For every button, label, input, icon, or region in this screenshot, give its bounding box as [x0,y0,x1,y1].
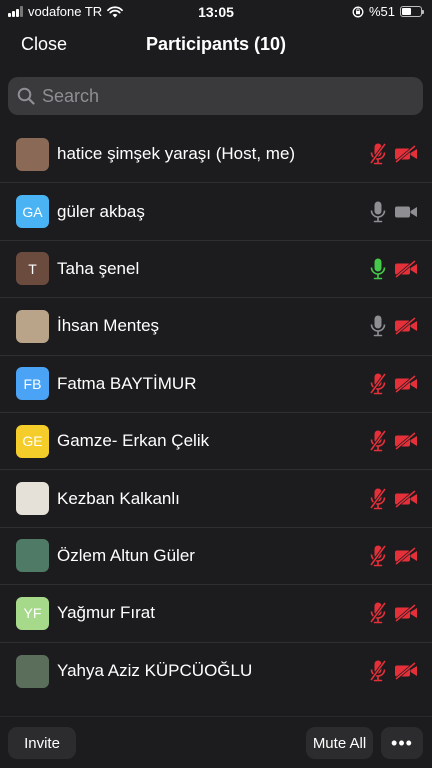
video-off-icon[interactable] [394,374,418,393]
participant-name: Yahya Aziz KÜPCÜOĞLU [57,661,253,681]
participant-name: güler akbaş [57,201,145,221]
participant-row[interactable]: YF Yağmur Fırat [0,585,432,643]
participant-name: İhsan Menteş [57,316,160,336]
participant-name: Gamze- Erkan Çelik [57,431,210,451]
avatar [16,539,49,573]
microphone-icon[interactable] [369,314,387,338]
video-off-icon[interactable] [394,432,418,451]
video-off-icon[interactable] [394,145,418,164]
header: Close Participants (10) [0,28,432,64]
mic-muted-icon[interactable] [369,601,387,625]
search-input[interactable] [42,85,423,107]
invite-button[interactable]: Invite [8,727,76,759]
participant-row[interactable]: FB Fatma BAYTİMUR [0,356,432,413]
avatar [16,137,49,171]
participant-row[interactable]: GA güler akbaş [0,183,432,241]
bottom-toolbar: Invite Mute All ••• [0,716,432,768]
search-bar[interactable] [8,77,423,115]
participant-name: Özlem Altun Güler [57,545,195,565]
participant-name: Taha şenel [57,258,140,278]
page-title: Participants (10) [145,34,287,54]
participant-name: Kezban Kalkanlı [57,488,180,508]
participant-row[interactable]: Yahya Aziz KÜPCÜOĞLU [0,643,432,700]
mic-muted-icon[interactable] [369,544,387,568]
participant-name: Yağmur Fırat [57,603,155,623]
mic-muted-icon[interactable] [369,372,387,396]
participant-list: hatice şimşek yaraşı (Host, me) GA güler a… [0,126,432,700]
video-off-icon[interactable] [394,259,418,278]
video-off-icon[interactable] [394,604,418,623]
battery-percent: %51 [368,4,395,19]
video-off-icon[interactable] [394,546,418,565]
avatar-initials: YF [23,605,42,622]
search-icon [17,87,35,105]
avatar: GA [16,195,49,229]
avatar [16,309,49,343]
mic-muted-icon[interactable] [369,487,387,511]
microphone-icon[interactable] [369,200,387,224]
microphone-icon[interactable] [369,257,387,281]
avatar: GE [16,424,49,458]
mute-all-button[interactable]: Mute All [306,727,373,759]
participant-row[interactable]: Özlem Altun Güler [0,528,432,586]
participant-row[interactable]: İhsan Menteş [0,298,432,356]
mic-muted-icon[interactable] [369,142,387,166]
participant-row[interactable]: GE Gamze- Erkan Çelik [0,413,432,471]
participants-screen: vodafone TR 13:05 %51 Close Participants… [0,0,432,768]
avatar: FB [16,367,49,401]
more-options-button[interactable]: ••• [381,727,423,759]
video-off-icon[interactable] [394,662,418,681]
battery-fill [402,8,412,15]
mic-muted-icon[interactable] [369,429,387,453]
video-camera-icon[interactable] [394,203,418,221]
participant-row[interactable]: hatice şimşek yaraşı (Host, me) [0,126,432,184]
avatar: YF [16,596,49,630]
video-off-icon[interactable] [394,317,418,336]
status-bar: vodafone TR 13:05 %51 [0,0,432,24]
participant-name: hatice şimşek yaraşı (Host, me) [57,144,296,164]
participant-name: Fatma BAYTİMUR [57,373,197,393]
mic-muted-icon[interactable] [369,659,387,683]
participant-row[interactable]: T Taha şenel [0,241,432,299]
avatar [16,654,49,688]
avatar-initials: FB [23,375,42,392]
battery-icon [400,6,424,17]
avatar-initials: GE [22,433,43,450]
status-right: %51 [352,4,424,19]
participant-row[interactable]: Kezban Kalkanlı [0,470,432,528]
orientation-lock-icon [352,6,364,17]
avatar-initials: GA [22,203,43,220]
avatar: T [16,252,49,286]
avatar-initials: T [28,260,37,277]
video-off-icon[interactable] [394,489,418,508]
avatar [16,482,49,516]
